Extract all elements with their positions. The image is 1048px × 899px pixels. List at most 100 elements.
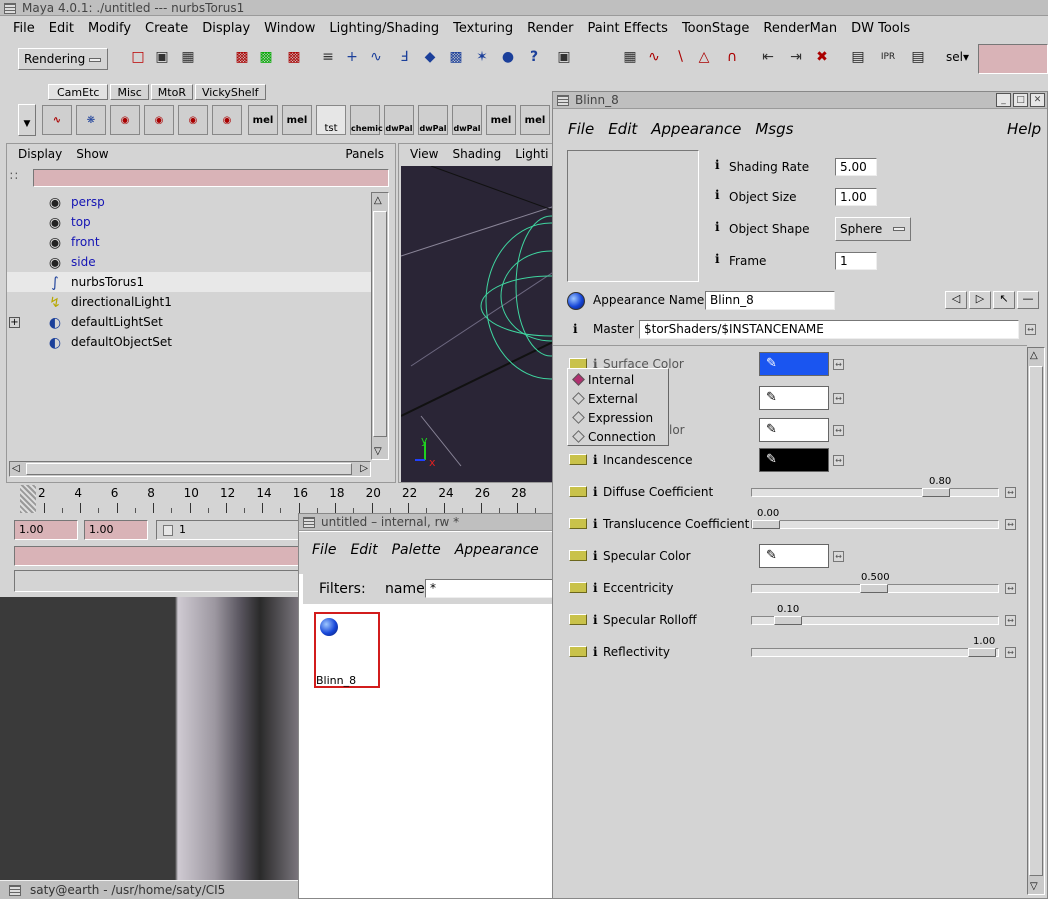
shelf-mel-3[interactable]: mel [486,105,516,135]
shelf-mel-2[interactable]: mel [282,105,312,135]
mode-menu[interactable]: Rendering [18,48,108,70]
new-scene-icon[interactable]: □ [128,47,148,67]
shelf-particles-icon[interactable]: ❋ [76,105,106,135]
attr-link-icon[interactable]: ↔ [833,359,844,370]
attr-link-icon[interactable]: ↔ [833,551,844,562]
close-icon[interactable]: ✕ [1030,93,1045,107]
shelf-dwpal-1[interactable]: dwPal [384,105,414,135]
palette-menu-palette[interactable]: Palette [385,542,448,558]
shelf-camera-2-icon[interactable]: ◉ [144,105,174,135]
shelf-chemic[interactable]: chemic [350,105,383,135]
editor-menu-appearance[interactable]: Appearance [644,120,748,138]
scroll-left-icon[interactable]: ◁ [12,463,20,474]
editor-menu-help[interactable]: Help [1007,120,1041,138]
viewport-menu-lighting[interactable]: Lighti [508,147,555,161]
scroll-right-icon[interactable]: ▷ [360,463,368,474]
scroll-thumb[interactable] [1029,366,1043,876]
shelf-node-editor-icon[interactable]: ∿ [42,105,72,135]
editor-titlebar[interactable]: Blinn_8 _ □ ✕ [553,92,1047,109]
render-current-icon[interactable]: ▤ [848,47,868,67]
input-ops-icon[interactable]: ⇤ [758,47,778,67]
pick-appearance-icon[interactable]: ↖ [993,291,1015,309]
minimize-icon[interactable]: _ [996,93,1011,107]
object-size-field[interactable]: 1.00 [835,188,877,206]
outliner-item-persp[interactable]: ◉ persp [7,192,371,212]
select-joint-icon[interactable]: ∿ [366,47,386,67]
appearance-name-field[interactable]: Blinn_8 [705,291,835,310]
collapse-appearance-icon[interactable]: — [1017,291,1039,309]
prev-appearance-icon[interactable]: ◁ [945,291,967,309]
outliner-hscroll[interactable]: ◁ ▷ [9,461,371,477]
attr-link-icon[interactable]: ↔ [1005,647,1016,658]
palette-menu-edit[interactable]: Edit [343,542,384,558]
attr-toggle[interactable] [569,582,587,593]
menu-edit[interactable]: Edit [42,21,81,36]
attr-slider[interactable] [751,616,999,625]
select-deformer-icon[interactable]: ▩ [446,47,466,67]
window-menu-icon[interactable] [303,517,315,528]
appearance-sphere-icon[interactable] [567,292,585,310]
snap-view-icon[interactable]: △ [694,47,714,67]
outliner-item-nurbstorus1[interactable]: ∫ nurbsTorus1 [7,272,371,292]
shelf-mel-4[interactable]: mel [520,105,550,135]
shelf-mel-1[interactable]: mel [248,105,278,135]
shelf-camera-3-icon[interactable]: ◉ [178,105,208,135]
terminal-titlebar[interactable]: saty@earth - /usr/home/saty/CI5 [0,880,300,899]
viewport-menu-view[interactable]: View [403,147,445,161]
outliner-menu-panels[interactable]: Panels [338,147,391,161]
menu-render[interactable]: Render [520,21,580,36]
menu-renderman[interactable]: RenderMan [756,21,844,36]
scroll-up-icon[interactable]: △ [1030,350,1038,361]
attr-link-icon[interactable]: ↔ [833,425,844,436]
select-surface-icon[interactable]: ◆ [420,47,440,67]
attr-toggle[interactable] [569,614,587,625]
editor-menu-file[interactable]: File [561,120,601,138]
palette-menu-appearance[interactable]: Appearance [448,542,546,558]
select-object-icon[interactable]: ▩ [256,47,276,67]
select-misc-icon[interactable]: ? [524,47,544,67]
outliner-item-top[interactable]: ◉ top [7,212,371,232]
next-appearance-icon[interactable]: ▷ [969,291,991,309]
menu-modify[interactable]: Modify [81,21,138,36]
selection-mode-label[interactable]: sel▾ [946,50,969,64]
shelf-menu-button[interactable]: ▼ [18,104,36,136]
master-field[interactable]: $torShaders/$INSTANCENAME [639,320,1019,339]
attr-slider[interactable] [751,584,999,593]
scroll-up-icon[interactable]: △ [374,195,382,206]
scroll-down-icon[interactable]: ▽ [374,446,382,457]
color-swatch[interactable]: ✎ [759,386,829,410]
attr-link-icon[interactable]: ↔ [1005,487,1016,498]
snap-grid-icon[interactable]: ▦ [620,47,640,67]
lock-selection-icon[interactable]: ≡ [318,47,338,67]
attr-toggle[interactable] [569,486,587,497]
make-live-icon[interactable]: ∩ [722,47,742,67]
menu-display[interactable]: Display [195,21,257,36]
open-scene-icon[interactable]: ▣ [152,47,172,67]
object-shape-menu[interactable]: Sphere [835,217,911,241]
shelf-tab-misc[interactable]: Misc [110,84,149,100]
outliner-filter-icon[interactable]: ∷ [10,169,18,183]
popup-option-connection[interactable]: Connection [572,428,656,446]
viewport-menu-shading[interactable]: Shading [445,147,508,161]
master-link-icon[interactable]: ↔ [1025,324,1036,335]
editor-menu-msgs[interactable]: Msgs [748,120,800,138]
attr-toggle[interactable] [569,646,587,657]
menu-texturing[interactable]: Texturing [446,21,520,36]
outliner-item-front[interactable]: ◉ front [7,232,371,252]
attr-slider[interactable] [751,648,999,657]
attr-link-icon[interactable]: ↔ [1005,583,1016,594]
attr-slider[interactable] [751,488,999,497]
range-start-field[interactable]: 1.00 [14,520,78,540]
editor-menu-edit[interactable]: Edit [601,120,644,138]
lock-icon[interactable]: ▣ [554,47,574,67]
attr-link-icon[interactable]: ↔ [833,455,844,466]
name-filter-input[interactable]: * [425,579,555,598]
attr-toggle[interactable] [569,550,587,561]
menu-window[interactable]: Window [257,21,322,36]
range-end-field[interactable]: 1.00 [84,520,148,540]
color-swatch[interactable]: ✎ [759,544,829,568]
shelf-tst[interactable]: tst [316,105,346,135]
outliner-item-defaultobjectset[interactable]: ◐ defaultObjectSet [7,332,371,352]
outliner-menu-display[interactable]: Display [11,147,69,161]
menu-toonstage[interactable]: ToonStage [675,21,756,36]
